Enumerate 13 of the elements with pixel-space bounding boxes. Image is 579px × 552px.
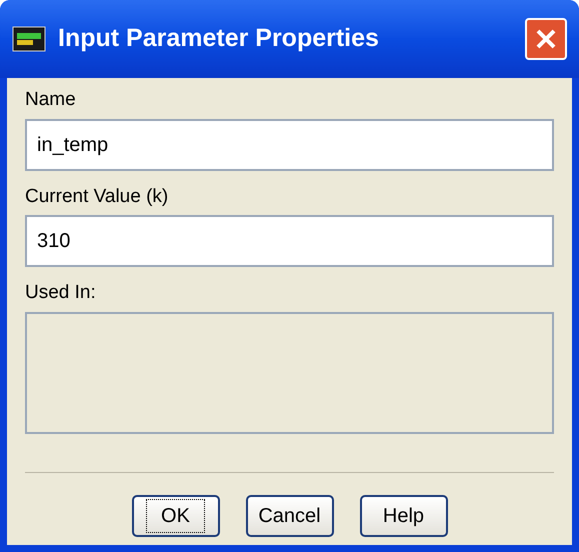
close-icon [535, 28, 557, 50]
dialog-button[interactable]: OK [132, 494, 220, 536]
field-label: Name [25, 88, 77, 112]
dialog-button[interactable]: Cancel [246, 494, 334, 536]
input-field[interactable]: in_temp [25, 118, 554, 170]
used-in-list[interactable] [25, 312, 554, 434]
field-label: Current Value (k) [25, 184, 170, 208]
app-icon [12, 26, 46, 52]
window-title: Input Parameter Properties [58, 23, 380, 54]
close-button[interactable] [525, 18, 567, 60]
used-in-label: Used In: [25, 281, 97, 305]
input-field[interactable]: 310 [25, 215, 554, 267]
dialog-button[interactable]: Help [360, 494, 448, 536]
